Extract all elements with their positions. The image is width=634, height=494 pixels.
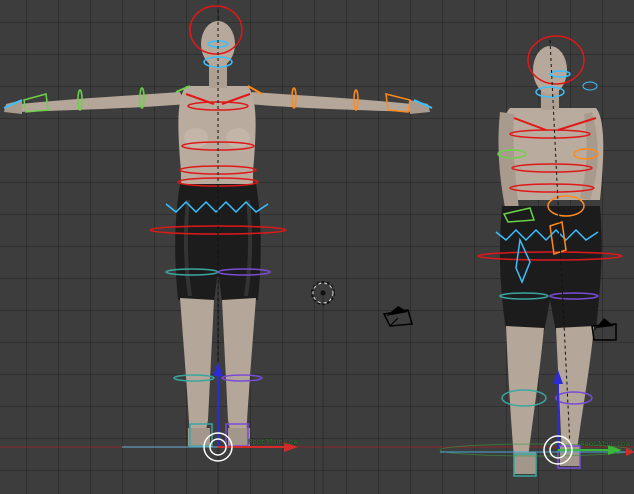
left-figure-chest-right bbox=[226, 128, 250, 148]
left-figure-right-leg[interactable] bbox=[180, 298, 214, 440]
right-figure[interactable] bbox=[477, 35, 623, 477]
right-figure-right-foot bbox=[514, 452, 536, 474]
right-gizmo-x-arrow[interactable] bbox=[626, 448, 634, 456]
left-gizmo-z-arrow[interactable] bbox=[213, 362, 223, 376]
right-transform-gizmo[interactable] bbox=[543, 370, 634, 465]
right-root-bone-label: Root.Main.Low bbox=[580, 440, 631, 448]
camera-icon[interactable] bbox=[382, 306, 413, 327]
3d-viewport[interactable]: Root.Main.Low Root.Main.Low bbox=[0, 0, 634, 494]
right-figure-shorts[interactable] bbox=[499, 206, 602, 332]
left-figure-chest-left bbox=[184, 128, 208, 148]
left-root-bone-label: Root.Main.Low bbox=[248, 438, 299, 446]
right-rig-eye-target[interactable] bbox=[582, 81, 598, 91]
left-figure-left-leg[interactable] bbox=[222, 298, 256, 440]
left-figure-right-foot bbox=[188, 428, 210, 446]
scene-canvas[interactable] bbox=[0, 0, 634, 494]
